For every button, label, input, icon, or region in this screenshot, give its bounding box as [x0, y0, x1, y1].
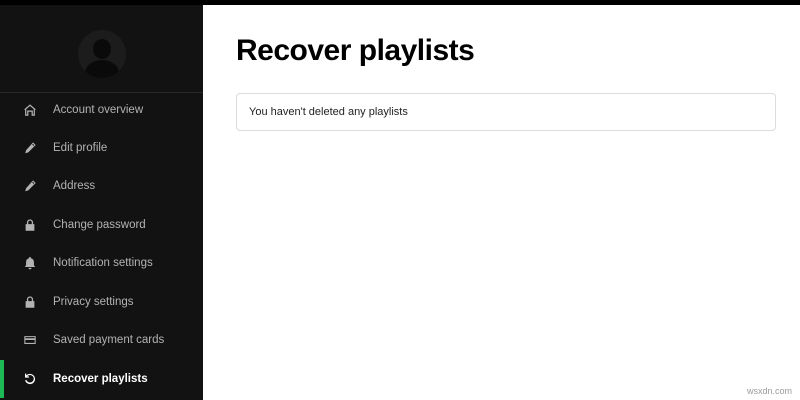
pencil-icon: [22, 140, 38, 156]
sidebar-item-privacy-settings[interactable]: Privacy settings: [0, 283, 203, 321]
sidebar-item-label: Recover playlists: [53, 373, 148, 385]
sidebar-item-saved-payment-cards[interactable]: Saved payment cards: [0, 321, 203, 359]
sidebar-item-label: Notification settings: [53, 257, 153, 269]
avatar-body: [85, 60, 119, 78]
sidebar-item-label: Account overview: [53, 104, 144, 116]
page-title: Recover playlists: [236, 34, 475, 67]
sidebar-item-edit-profile[interactable]: Edit profile: [0, 129, 203, 167]
bell-icon: [22, 255, 38, 271]
credit-card-icon: [22, 332, 38, 348]
sidebar-item-notification-settings[interactable]: Notification settings: [0, 244, 203, 282]
sidebar-item-label: Change password: [53, 219, 146, 231]
sidebar-item-label: Address: [53, 180, 96, 192]
sidebar-item-label: Privacy settings: [53, 296, 134, 308]
avatar[interactable]: [78, 30, 126, 78]
avatar-head: [93, 39, 111, 59]
lock-icon: [22, 217, 38, 233]
home-icon: [22, 102, 38, 118]
empty-state-message-box: You haven't deleted any playlists: [236, 93, 776, 131]
recover-icon: [22, 371, 38, 387]
sidebar-item-recover-playlists[interactable]: Recover playlists: [0, 360, 203, 398]
sidebar: Account overview Edit profile Address Ch…: [0, 5, 203, 400]
sidebar-item-label: Edit profile: [53, 142, 108, 154]
sidebar-item-change-password[interactable]: Change password: [0, 206, 203, 244]
empty-state-message: You haven't deleted any playlists: [249, 106, 408, 118]
active-indicator: [0, 360, 4, 398]
watermark: wsxdn.com: [746, 386, 792, 396]
lock-icon: [22, 294, 38, 310]
sidebar-item-address[interactable]: Address: [0, 167, 203, 205]
main-content: Recover playlists You haven't deleted an…: [203, 5, 800, 400]
pencil-icon: [22, 178, 38, 194]
sidebar-item-account-overview[interactable]: Account overview: [0, 91, 203, 129]
sidebar-item-label: Saved payment cards: [53, 334, 165, 346]
